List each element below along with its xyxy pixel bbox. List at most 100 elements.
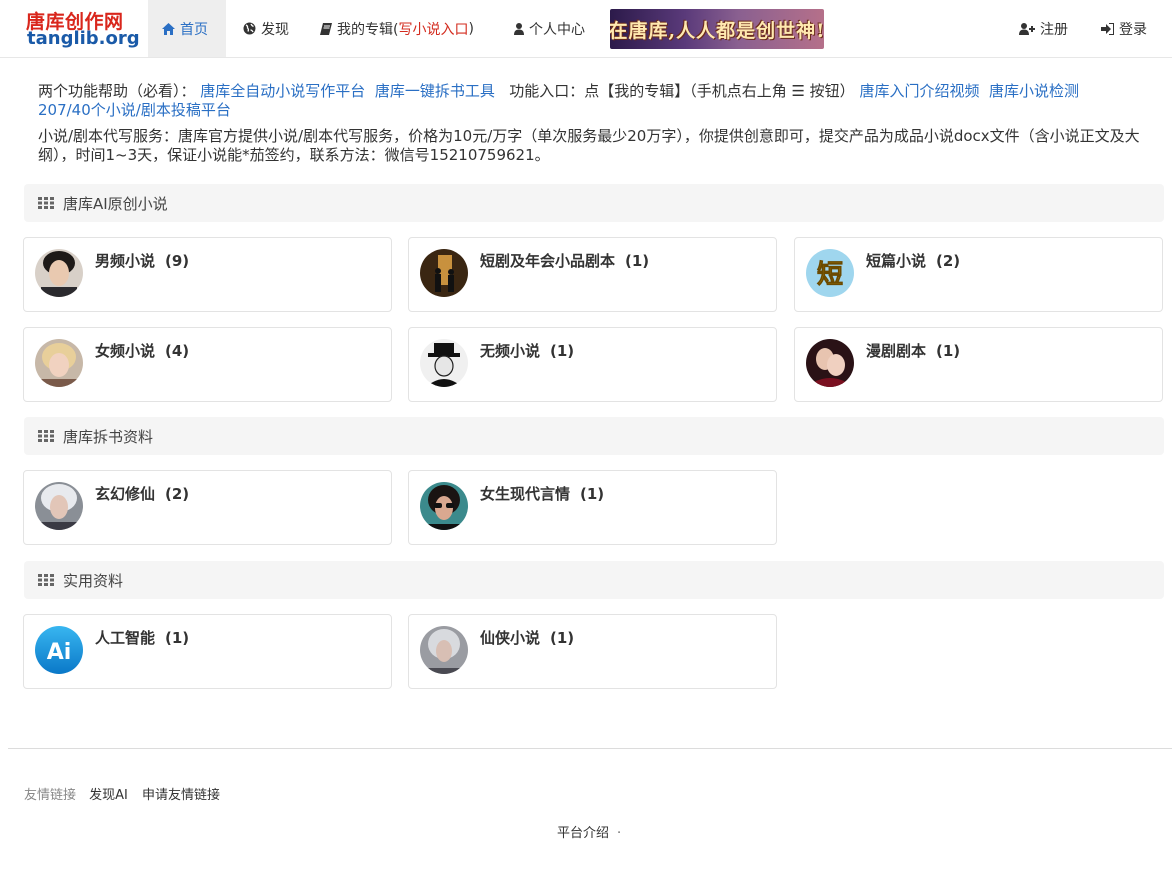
section-title: 唐库AI原创小说 — [63, 194, 168, 213]
brand-logo[interactable]: 唐库创作网 tanglib.org — [24, 6, 140, 52]
card-count: (2) — [936, 252, 961, 270]
book-icon — [320, 22, 332, 35]
nav-home[interactable]: 首页 — [148, 0, 226, 57]
link-platform-intro[interactable]: 平台介绍 — [557, 826, 609, 841]
card-name: 男频小说 — [95, 252, 156, 270]
footer-nav: 平台介绍 · — [557, 822, 621, 841]
link-intro-video[interactable]: 唐库入门介绍视频 — [859, 82, 979, 100]
entry-text: 功能入口：点【我的专辑】（手机点右上角 ☰ 按钮） — [509, 82, 855, 100]
card-name: 玄幻修仙 — [95, 485, 156, 503]
globe-icon — [243, 22, 256, 35]
avatar-glyph-ai: Ai — [47, 640, 72, 665]
help-prefix: 两个功能帮助（必看）： — [38, 82, 196, 100]
notice-block: 两个功能帮助（必看）： 唐库全自动小说写作平台 唐库一键拆书工具 功能入口：点【… — [38, 82, 1142, 172]
category-card-ai[interactable]: Ai 人工智能 (1) — [23, 614, 392, 689]
friend-links-label: 友情链接 — [24, 788, 77, 803]
card-title: 人工智能 (1) — [95, 627, 189, 648]
card-name: 女频小说 — [95, 342, 156, 360]
footer-divider — [8, 748, 1172, 749]
nav-register[interactable]: 注册 — [1005, 0, 1082, 57]
nav-login[interactable]: 登录 — [1087, 0, 1161, 57]
nav-discover[interactable]: 发现 — [229, 0, 303, 57]
card-name: 短剧及年会小品剧本 — [480, 252, 616, 270]
user-plus-icon — [1019, 22, 1035, 35]
link-auto-writing-platform[interactable]: 唐库全自动小说写作平台 — [200, 82, 365, 100]
card-count: (9) — [165, 252, 190, 270]
avatar-glyph-short: 短 — [817, 260, 843, 290]
friend-links: 友情链接 发现AI 申请友情链接 — [24, 784, 230, 803]
banner-slogan: 在唐库,人人都是创世神! — [610, 19, 824, 42]
help-line: 两个功能帮助（必看）： 唐库全自动小说写作平台 唐库一键拆书工具 功能入口：点【… — [38, 82, 1142, 120]
link-apply-friend-link[interactable]: 申请友情链接 — [142, 788, 220, 803]
category-card-no-channel-novels[interactable]: 无频小说 (1) — [408, 327, 777, 402]
card-title: 漫剧剧本 (1) — [866, 340, 960, 361]
nav-my-special[interactable]: 我的专辑(写小说入口) — [306, 0, 488, 57]
avatar-xianxia-novels — [420, 626, 468, 674]
grid-icon — [38, 574, 54, 586]
nav-user-center[interactable]: 个人中心 — [500, 0, 599, 57]
brand-name-en: tanglib.org — [27, 28, 140, 49]
card-count: (1) — [550, 342, 575, 360]
avatar-ai: Ai — [35, 626, 83, 674]
card-title: 仙侠小说 (1) — [480, 627, 574, 648]
card-count: (1) — [165, 629, 190, 647]
avatar-short-drama — [420, 249, 468, 297]
service-line: 小说/剧本代写服务：唐库官方提供小说/剧本代写服务，价格为10元/万字（单次服务… — [38, 127, 1140, 164]
category-card-male-novels[interactable]: 男频小说 (9) — [23, 237, 392, 312]
avatar-male-novels — [35, 249, 83, 297]
card-title: 女生现代言情 (1) — [480, 483, 604, 504]
user-icon — [514, 22, 524, 35]
card-name: 人工智能 — [95, 629, 156, 647]
section-title: 唐库拆书资料 — [63, 427, 154, 446]
section-header-practical-materials: 实用资料 — [24, 561, 1164, 599]
sign-in-icon — [1101, 22, 1114, 35]
category-card-female-modern-romance[interactable]: 女生现代言情 (1) — [408, 470, 777, 545]
top-navbar: 唐库创作网 tanglib.org 首页 发现 我的专辑(写小说入口) 个人中心… — [0, 0, 1172, 58]
category-card-comic-scripts[interactable]: 漫剧剧本 (1) — [794, 327, 1163, 402]
nav-special-prefix: 我的专辑( — [337, 21, 399, 38]
promo-banner[interactable]: 在唐库,人人都是创世神! — [610, 9, 824, 49]
nav-login-label: 登录 — [1119, 21, 1147, 38]
category-card-female-novels[interactable]: 女频小说 (4) — [23, 327, 392, 402]
nav-home-label: 首页 — [180, 21, 208, 38]
card-name: 短篇小说 — [866, 252, 927, 270]
card-title: 无频小说 (1) — [480, 340, 574, 361]
category-card-short-novels[interactable]: 短 短篇小说 (2) — [794, 237, 1163, 312]
card-count: (1) — [625, 252, 650, 270]
avatar-no-channel-novels — [420, 339, 468, 387]
nav-special-highlight: 写小说入口 — [398, 21, 469, 38]
nav-discover-label: 发现 — [261, 21, 289, 38]
home-icon — [162, 22, 175, 35]
category-card-short-drama[interactable]: 短剧及年会小品剧本 (1) — [408, 237, 777, 312]
card-title: 短篇小说 (2) — [866, 250, 960, 271]
nav-register-label: 注册 — [1040, 21, 1068, 38]
avatar-female-novels — [35, 339, 83, 387]
card-count: (4) — [165, 342, 190, 360]
link-split-book-tool[interactable]: 唐库一键拆书工具 — [375, 82, 495, 100]
avatar-fantasy-cultivation — [35, 482, 83, 530]
card-name: 无频小说 — [480, 342, 541, 360]
category-card-fantasy-cultivation[interactable]: 玄幻修仙 (2) — [23, 470, 392, 545]
category-card-xianxia-novels[interactable]: 仙侠小说 (1) — [408, 614, 777, 689]
grid-icon — [38, 197, 54, 209]
section-header-book-analysis: 唐库拆书资料 — [24, 417, 1164, 455]
card-count: (1) — [936, 342, 961, 360]
card-title: 短剧及年会小品剧本 (1) — [480, 250, 649, 271]
avatar-short-novels: 短 — [806, 249, 854, 297]
card-title: 玄幻修仙 (2) — [95, 483, 189, 504]
nav-center-label: 个人中心 — [529, 21, 585, 38]
card-count: (1) — [550, 629, 575, 647]
card-title: 男频小说 (9) — [95, 250, 189, 271]
card-name: 仙侠小说 — [480, 629, 541, 647]
link-submit-platform[interactable]: 207/40个小说/剧本投稿平台 — [38, 101, 231, 119]
card-title: 女频小说 (4) — [95, 340, 189, 361]
card-name: 漫剧剧本 — [866, 342, 927, 360]
nav-special-suffix: ) — [468, 20, 474, 37]
avatar-female-modern-romance — [420, 482, 468, 530]
section-header-ai-novels: 唐库AI原创小说 — [24, 184, 1164, 222]
section-title: 实用资料 — [63, 571, 124, 590]
link-novel-check[interactable]: 唐库小说检测 — [989, 82, 1079, 100]
footer-separator: · — [617, 826, 622, 841]
card-count: (1) — [580, 485, 605, 503]
link-discover-ai[interactable]: 发现AI — [89, 788, 128, 803]
